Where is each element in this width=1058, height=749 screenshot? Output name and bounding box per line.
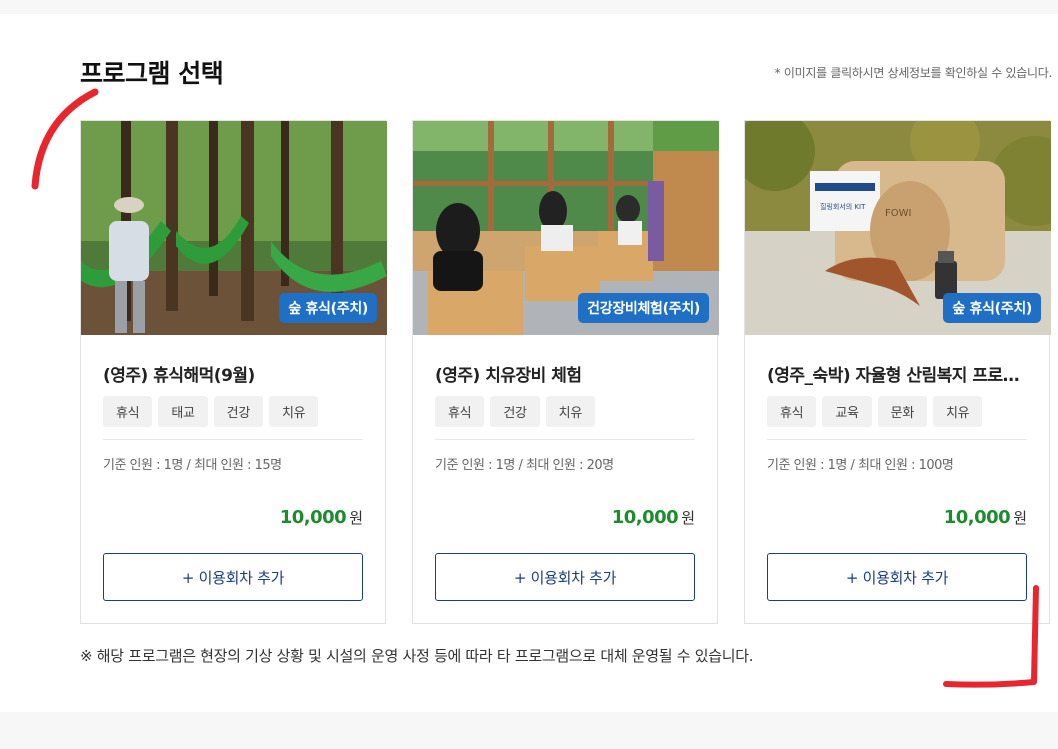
card-divider <box>435 439 695 440</box>
price: 10,000 원 <box>612 507 695 528</box>
category-badge: 건강장비체험(주치) <box>578 293 709 323</box>
price-value: 10,000 <box>279 507 347 528</box>
program-card: 힐링회서의 KIT FOWI 숲 휴식(주치) (영주_숙박) 자율형 산림복지… <box>744 120 1051 624</box>
tag-item: 교육 <box>822 396 872 427</box>
program-card: 숲 휴식(주치) (영주) 휴식해먹(9월) 휴식 태교 건강 치유 기준 인원… <box>80 120 387 624</box>
price-unit: 원 <box>349 509 363 527</box>
tag-item: 문화 <box>877 396 927 427</box>
tag-item: 치유 <box>932 396 983 427</box>
tag-item: 휴식 <box>767 396 817 427</box>
page-title: 프로그램 선택 <box>80 59 224 88</box>
card-divider <box>767 439 1027 440</box>
category-badge: 숲 휴식(주치) <box>943 293 1041 323</box>
tag-item: 휴식 <box>435 396 485 427</box>
tag-item: 치유 <box>545 396 595 427</box>
tag-list: 휴식 태교 건강 치유 <box>103 396 319 427</box>
tag-item: 건강 <box>490 396 540 427</box>
tag-item: 태교 <box>158 396 208 427</box>
capacity-info: 기준 인원 : 1명 / 최대 인원 : 15명 <box>103 458 282 473</box>
price: 10,000 원 <box>280 507 363 528</box>
price-unit: 원 <box>681 509 695 527</box>
tag-item: 휴식 <box>103 396 153 427</box>
tag-list: 휴식 교육 문화 치유 <box>767 396 983 427</box>
tag-item: 치유 <box>268 396 319 427</box>
tag-list: 휴식 건강 치유 <box>435 396 595 427</box>
program-title[interactable]: (영주_숙박) 자율형 산림복지 프로그램 <box>767 361 1029 386</box>
category-badge: 숲 휴식(주치) <box>279 293 377 323</box>
kit-label: 힐링회서의 KIT <box>820 202 866 211</box>
capacity-info: 기준 인원 : 1명 / 최대 인원 : 20명 <box>435 458 614 473</box>
program-image-equipment[interactable]: 건강장비체험(주치) <box>413 121 719 335</box>
program-title[interactable]: (영주) 휴식해먹(9월) <box>103 361 365 386</box>
price-value: 10,000 <box>943 507 1011 528</box>
program-card: 건강장비체험(주치) (영주) 치유장비 체험 휴식 건강 치유 기준 인원 :… <box>412 120 719 624</box>
price-unit: 원 <box>1013 509 1027 527</box>
brand-label: FOWI <box>885 208 911 219</box>
image-click-notice: * 이미지를 클릭하시면 상세정보를 확인하실 수 있습니다. <box>774 66 1053 80</box>
program-image-hammock[interactable]: 숲 휴식(주치) <box>81 121 387 335</box>
card-divider <box>103 439 363 440</box>
add-session-button[interactable]: + 이용회차 추가 <box>103 553 363 601</box>
program-title[interactable]: (영주) 치유장비 체험 <box>435 361 697 386</box>
add-session-button[interactable]: + 이용회차 추가 <box>435 553 695 601</box>
price-value: 10,000 <box>611 507 679 528</box>
price: 10,000 원 <box>944 507 1027 528</box>
capacity-info: 기준 인원 : 1명 / 최대 인원 : 100명 <box>767 458 954 473</box>
add-session-button[interactable]: + 이용회차 추가 <box>767 553 1027 601</box>
program-replacement-notice: ※ 해당 프로그램은 현장의 기상 상황 및 시설의 운영 사정 등에 따라 타… <box>80 647 754 665</box>
tag-item: 건강 <box>213 396 263 427</box>
program-image-kit[interactable]: 힐링회서의 KIT FOWI 숲 휴식(주치) <box>745 121 1051 335</box>
